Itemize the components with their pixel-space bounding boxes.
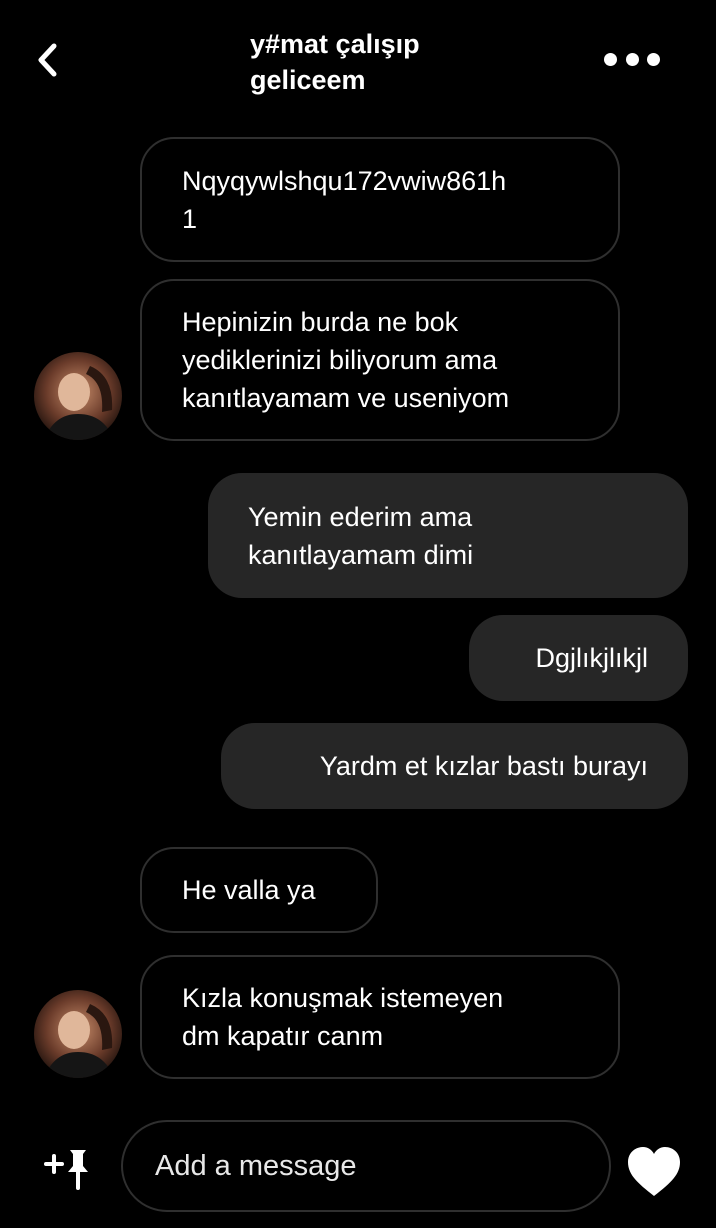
sender-avatar[interactable] [34, 990, 122, 1078]
back-button[interactable] [28, 38, 68, 82]
message-bubble-outgoing[interactable]: Yardm et kızlar bastı burayı [221, 723, 688, 809]
profile-photo-icon [34, 352, 122, 440]
more-options-button[interactable] [604, 44, 660, 74]
conversation-title[interactable]: y#mat çalışıp geliceem [250, 26, 420, 98]
plus-pin-icon [44, 1150, 88, 1190]
message-text: Yemin ederim ama kanıtlayamam dimi [248, 501, 474, 570]
message-bubble-incoming[interactable]: Nqyqywlshqu172vwiw861h 1 [140, 137, 620, 262]
chat-header: y#mat çalışıp geliceem [0, 0, 716, 120]
message-bubble-incoming[interactable]: Hepinizin burda ne bok yediklerinizi bil… [140, 279, 620, 441]
message-text: Dgjlıkjlıkjl [535, 643, 648, 673]
message-bubble-incoming[interactable]: Kızla konuşmak istemeyen dm kapatır canm [140, 955, 620, 1079]
message-bubble-outgoing[interactable]: Yemin ederim ama kanıtlayamam dimi [208, 473, 688, 598]
chevron-left-icon [38, 43, 57, 77]
message-text: He valla ya [182, 875, 316, 905]
more-horizontal-icon [604, 52, 617, 66]
message-text: Yardm et kızlar bastı burayı [319, 751, 648, 781]
message-text: Nqyqywlshqu172vwiw861h 1 [182, 165, 507, 234]
message-composer [0, 1110, 716, 1228]
sender-avatar[interactable] [34, 352, 122, 440]
message-input[interactable] [153, 1148, 579, 1184]
message-text: Hepinizin burda ne bok yediklerinizi bil… [182, 307, 510, 413]
profile-photo-icon [34, 990, 122, 1078]
message-text: Kızla konuşmak istemeyen dm kapatır canm [182, 983, 504, 1051]
message-bubble-incoming[interactable]: He valla ya [140, 847, 378, 933]
like-button[interactable] [624, 1144, 684, 1200]
message-input-field[interactable] [121, 1120, 611, 1212]
message-bubble-outgoing[interactable]: Dgjlıkjlıkjl [469, 615, 688, 701]
heart-icon [628, 1147, 680, 1196]
attach-button[interactable] [38, 1146, 94, 1202]
